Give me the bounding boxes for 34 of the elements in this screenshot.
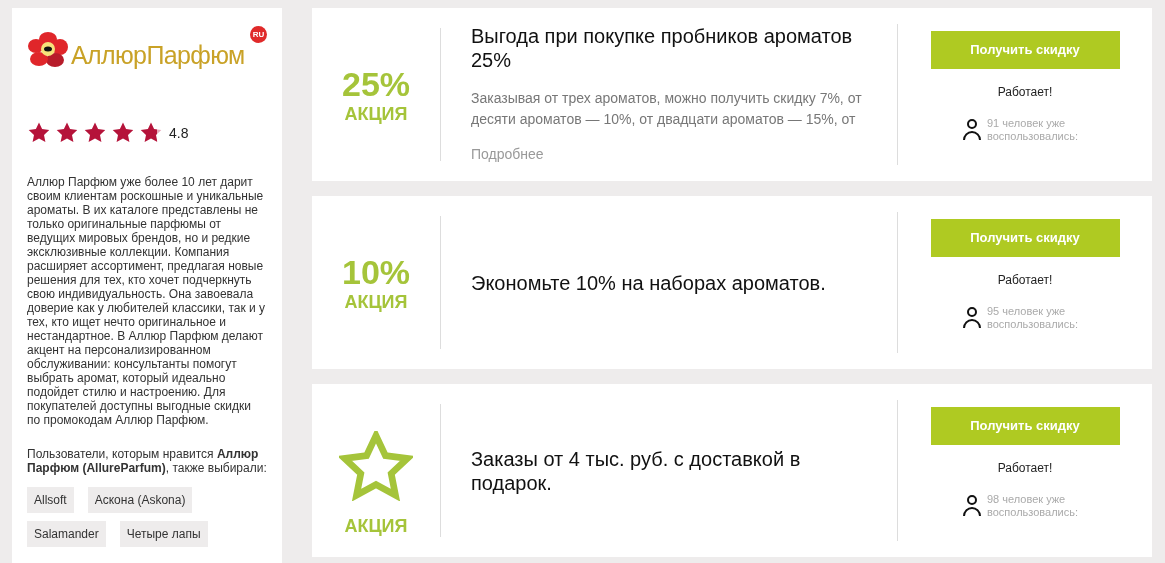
country-badge: RU <box>250 26 267 43</box>
star-outline-icon <box>339 430 413 501</box>
also-chosen-text: Пользователи, которым нравится Аллюр Парфюм (AllureParfum), также выбирали: <box>27 447 267 475</box>
star-icon <box>111 121 135 145</box>
brand-logo-text: АллюрПарфюм <box>71 43 245 68</box>
star-icon <box>27 121 51 145</box>
usage-count: 98 человек уже воспользовались: <box>987 493 1080 519</box>
discount-value: 10% <box>341 254 411 289</box>
store-description: Аллюр Парфюм уже более 10 лет дарит своим клиентам роскошные и уникальные ароматы. В их каталоге представлены не только оригинальные парфюмы от ведущих мировых брендов, но и редкие эксклюзивные коллекции. Компания расширяет ассортимент, предлагая новые решения для тех, кто хочет подчеркнуть свою индивидуальность. Она завоевала доверие как у любителей классики, так и у тех, кто ищет нечто оригинальное и нестандартное. В Аллюр Парфюм делают акцент на персонализированном обслуживании: консультанты помогут выбрать аромат, который идеально подойдет стилю и настроению. Для покупателей доступны выгодные скидки по промокодам Аллюр Парфюм. <box>27 175 267 427</box>
user-icon <box>963 307 981 329</box>
status-text: Работает! <box>997 460 1053 477</box>
offer-title: Выгода при покупке пробников ароматов 25% <box>471 24 854 72</box>
star-icon <box>139 121 163 145</box>
promo-label: АКЦИЯ <box>344 292 408 311</box>
discount-value: 25% <box>341 66 411 101</box>
user-icon <box>963 119 981 141</box>
store-tag[interactable]: Salamander <box>27 521 106 547</box>
offer-description: Заказывая от трех ароматов, можно получить скидку 7%, от десяти ароматов — 10%, от двадцати ароматов — 15%, от <box>471 89 863 129</box>
usage-count: 95 человек уже воспользовались: <box>987 305 1080 331</box>
status-text: Работает! <box>997 272 1053 289</box>
status-text: Работает! <box>997 84 1053 101</box>
offer-title: Заказы от 4 тыс. руб. с доставкой в подарок. <box>471 446 802 495</box>
store-tag[interactable]: Allsoft <box>27 487 74 513</box>
store-tag[interactable]: Четыре лапы <box>119 521 208 547</box>
usage-count: 91 человек уже воспользовались: <box>987 117 1080 143</box>
store-tag[interactable]: Аскона (Askona) <box>87 487 193 513</box>
star-icon <box>55 121 79 145</box>
flower-icon <box>27 31 69 69</box>
offer-title: Экономьте 10% на наборах ароматов. <box>471 270 827 295</box>
promo-label: АКЦИЯ <box>344 516 408 535</box>
promo-label: АКЦИЯ <box>344 104 408 123</box>
user-icon <box>963 495 981 517</box>
rating-value: 4.8 <box>169 123 189 143</box>
star-icon <box>83 121 107 145</box>
